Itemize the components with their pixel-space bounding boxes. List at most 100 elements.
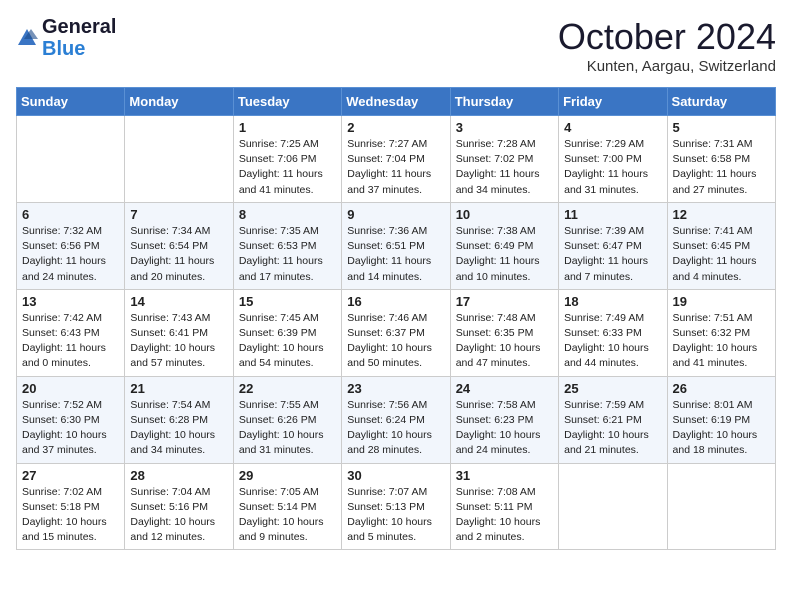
day-number: 30 bbox=[347, 468, 444, 483]
day-info: Sunrise: 7:39 AM Sunset: 6:47 PM Dayligh… bbox=[564, 224, 661, 285]
calendar-week-row: 13 Sunrise: 7:42 AM Sunset: 6:43 PM Dayli… bbox=[17, 289, 776, 376]
day-number: 20 bbox=[22, 381, 119, 396]
day-info: Sunrise: 7:25 AM Sunset: 7:06 PM Dayligh… bbox=[239, 137, 336, 198]
day-number: 29 bbox=[239, 468, 336, 483]
calendar-cell: 11 Sunrise: 7:39 AM Sunset: 6:47 PM Dayli… bbox=[559, 202, 667, 289]
calendar-cell: 6Sunrise: 7:32 AM Sunset: 6:56 PM Daylig… bbox=[17, 202, 125, 289]
location: Kunten, Aargau, Switzerland bbox=[558, 58, 776, 75]
calendar-cell: 26 Sunrise: 8:01 AM Sunset: 6:19 PM Dayli… bbox=[667, 376, 775, 463]
day-number: 8 bbox=[239, 207, 336, 222]
calendar-cell: 7Sunrise: 7:34 AM Sunset: 6:54 PM Daylig… bbox=[125, 202, 233, 289]
calendar-cell: 15Sunrise: 7:45 AM Sunset: 6:39 PM Dayli… bbox=[233, 289, 341, 376]
day-number: 14 bbox=[130, 294, 227, 309]
calendar-week-row: 6Sunrise: 7:32 AM Sunset: 6:56 PM Daylig… bbox=[17, 202, 776, 289]
day-number: 27 bbox=[22, 468, 119, 483]
logo-icon bbox=[16, 27, 38, 49]
calendar-table: SundayMondayTuesdayWednesdayThursdayFrid… bbox=[16, 87, 776, 550]
day-info: Sunrise: 7:36 AM Sunset: 6:51 PM Dayligh… bbox=[347, 224, 444, 285]
day-info: Sunrise: 7:48 AM Sunset: 6:35 PM Dayligh… bbox=[456, 311, 553, 372]
weekday-header: Wednesday bbox=[342, 88, 450, 116]
day-number: 6 bbox=[22, 207, 119, 222]
day-number: 9 bbox=[347, 207, 444, 222]
calendar-cell: 21 Sunrise: 7:54 AM Sunset: 6:28 PM Dayli… bbox=[125, 376, 233, 463]
calendar-cell: 17 Sunrise: 7:48 AM Sunset: 6:35 PM Dayli… bbox=[450, 289, 558, 376]
calendar-cell: 20 Sunrise: 7:52 AM Sunset: 6:30 PM Dayli… bbox=[17, 376, 125, 463]
calendar-cell bbox=[559, 463, 667, 550]
calendar-cell: 12Sunrise: 7:41 AM Sunset: 6:45 PM Dayli… bbox=[667, 202, 775, 289]
day-info: Sunrise: 8:01 AM Sunset: 6:19 PM Dayligh… bbox=[673, 398, 770, 459]
day-number: 24 bbox=[456, 381, 553, 396]
day-info: Sunrise: 7:29 AM Sunset: 7:00 PM Dayligh… bbox=[564, 137, 661, 198]
calendar-cell: 25 Sunrise: 7:59 AM Sunset: 6:21 PM Dayli… bbox=[559, 376, 667, 463]
calendar-cell: 19 Sunrise: 7:51 AM Sunset: 6:32 PM Dayli… bbox=[667, 289, 775, 376]
day-number: 31 bbox=[456, 468, 553, 483]
weekday-header: Monday bbox=[125, 88, 233, 116]
day-number: 11 bbox=[564, 207, 661, 222]
day-number: 23 bbox=[347, 381, 444, 396]
day-number: 10 bbox=[456, 207, 553, 222]
day-number: 19 bbox=[673, 294, 770, 309]
page-header: General Blue October 2024 Kunten, Aargau… bbox=[16, 16, 776, 75]
day-info: Sunrise: 7:58 AM Sunset: 6:23 PM Dayligh… bbox=[456, 398, 553, 459]
day-info: Sunrise: 7:46 AM Sunset: 6:37 PM Dayligh… bbox=[347, 311, 444, 372]
day-number: 5 bbox=[673, 120, 770, 135]
day-info: Sunrise: 7:28 AM Sunset: 7:02 PM Dayligh… bbox=[456, 137, 553, 198]
day-info: Sunrise: 7:59 AM Sunset: 6:21 PM Dayligh… bbox=[564, 398, 661, 459]
calendar-week-row: 1 Sunrise: 7:25 AM Sunset: 7:06 PM Daylig… bbox=[17, 116, 776, 203]
calendar-cell: 13 Sunrise: 7:42 AM Sunset: 6:43 PM Dayli… bbox=[17, 289, 125, 376]
day-info: Sunrise: 7:07 AM Sunset: 5:13 PM Dayligh… bbox=[347, 485, 444, 546]
logo: General Blue bbox=[16, 16, 116, 60]
calendar-cell: 9 Sunrise: 7:36 AM Sunset: 6:51 PM Daylig… bbox=[342, 202, 450, 289]
calendar-cell: 16 Sunrise: 7:46 AM Sunset: 6:37 PM Dayli… bbox=[342, 289, 450, 376]
calendar-cell: 30 Sunrise: 7:07 AM Sunset: 5:13 PM Dayli… bbox=[342, 463, 450, 550]
calendar-cell: 24 Sunrise: 7:58 AM Sunset: 6:23 PM Dayli… bbox=[450, 376, 558, 463]
calendar-cell: 22Sunrise: 7:55 AM Sunset: 6:26 PM Dayli… bbox=[233, 376, 341, 463]
weekday-header: Saturday bbox=[667, 88, 775, 116]
weekday-header: Friday bbox=[559, 88, 667, 116]
day-info: Sunrise: 7:05 AM Sunset: 5:14 PM Dayligh… bbox=[239, 485, 336, 546]
day-info: Sunrise: 7:55 AM Sunset: 6:26 PM Dayligh… bbox=[239, 398, 336, 459]
day-info: Sunrise: 7:43 AM Sunset: 6:41 PM Dayligh… bbox=[130, 311, 227, 372]
calendar-cell: 8 Sunrise: 7:35 AM Sunset: 6:53 PM Daylig… bbox=[233, 202, 341, 289]
calendar-week-row: 27 Sunrise: 7:02 AM Sunset: 5:18 PM Dayli… bbox=[17, 463, 776, 550]
calendar-cell bbox=[125, 116, 233, 203]
weekday-header-row: SundayMondayTuesdayWednesdayThursdayFrid… bbox=[17, 88, 776, 116]
calendar-cell: 28Sunrise: 7:04 AM Sunset: 5:16 PM Dayli… bbox=[125, 463, 233, 550]
day-number: 2 bbox=[347, 120, 444, 135]
day-number: 3 bbox=[456, 120, 553, 135]
calendar-cell: 14 Sunrise: 7:43 AM Sunset: 6:41 PM Dayli… bbox=[125, 289, 233, 376]
day-number: 25 bbox=[564, 381, 661, 396]
day-info: Sunrise: 7:52 AM Sunset: 6:30 PM Dayligh… bbox=[22, 398, 119, 459]
day-info: Sunrise: 7:04 AM Sunset: 5:16 PM Dayligh… bbox=[130, 485, 227, 546]
day-number: 4 bbox=[564, 120, 661, 135]
calendar-cell: 1 Sunrise: 7:25 AM Sunset: 7:06 PM Daylig… bbox=[233, 116, 341, 203]
title-area: October 2024 Kunten, Aargau, Switzerland bbox=[558, 16, 776, 75]
day-number: 15 bbox=[239, 294, 336, 309]
calendar-cell: 27 Sunrise: 7:02 AM Sunset: 5:18 PM Dayli… bbox=[17, 463, 125, 550]
calendar-cell: 29 Sunrise: 7:05 AM Sunset: 5:14 PM Dayli… bbox=[233, 463, 341, 550]
day-number: 21 bbox=[130, 381, 227, 396]
day-info: Sunrise: 7:02 AM Sunset: 5:18 PM Dayligh… bbox=[22, 485, 119, 546]
day-info: Sunrise: 7:54 AM Sunset: 6:28 PM Dayligh… bbox=[130, 398, 227, 459]
day-number: 13 bbox=[22, 294, 119, 309]
day-info: Sunrise: 7:42 AM Sunset: 6:43 PM Dayligh… bbox=[22, 311, 119, 372]
day-number: 18 bbox=[564, 294, 661, 309]
calendar-cell: 23 Sunrise: 7:56 AM Sunset: 6:24 PM Dayli… bbox=[342, 376, 450, 463]
day-number: 1 bbox=[239, 120, 336, 135]
day-info: Sunrise: 7:56 AM Sunset: 6:24 PM Dayligh… bbox=[347, 398, 444, 459]
weekday-header: Tuesday bbox=[233, 88, 341, 116]
calendar-week-row: 20 Sunrise: 7:52 AM Sunset: 6:30 PM Dayli… bbox=[17, 376, 776, 463]
day-info: Sunrise: 7:38 AM Sunset: 6:49 PM Dayligh… bbox=[456, 224, 553, 285]
day-info: Sunrise: 7:51 AM Sunset: 6:32 PM Dayligh… bbox=[673, 311, 770, 372]
day-number: 26 bbox=[673, 381, 770, 396]
day-info: Sunrise: 7:41 AM Sunset: 6:45 PM Dayligh… bbox=[673, 224, 770, 285]
day-number: 16 bbox=[347, 294, 444, 309]
day-number: 7 bbox=[130, 207, 227, 222]
day-info: Sunrise: 7:31 AM Sunset: 6:58 PM Dayligh… bbox=[673, 137, 770, 198]
day-number: 17 bbox=[456, 294, 553, 309]
calendar-cell: 10 Sunrise: 7:38 AM Sunset: 6:49 PM Dayli… bbox=[450, 202, 558, 289]
logo-general: General bbox=[42, 16, 116, 38]
day-info: Sunrise: 7:08 AM Sunset: 5:11 PM Dayligh… bbox=[456, 485, 553, 546]
calendar-cell: 5 Sunrise: 7:31 AM Sunset: 6:58 PM Daylig… bbox=[667, 116, 775, 203]
day-info: Sunrise: 7:35 AM Sunset: 6:53 PM Dayligh… bbox=[239, 224, 336, 285]
